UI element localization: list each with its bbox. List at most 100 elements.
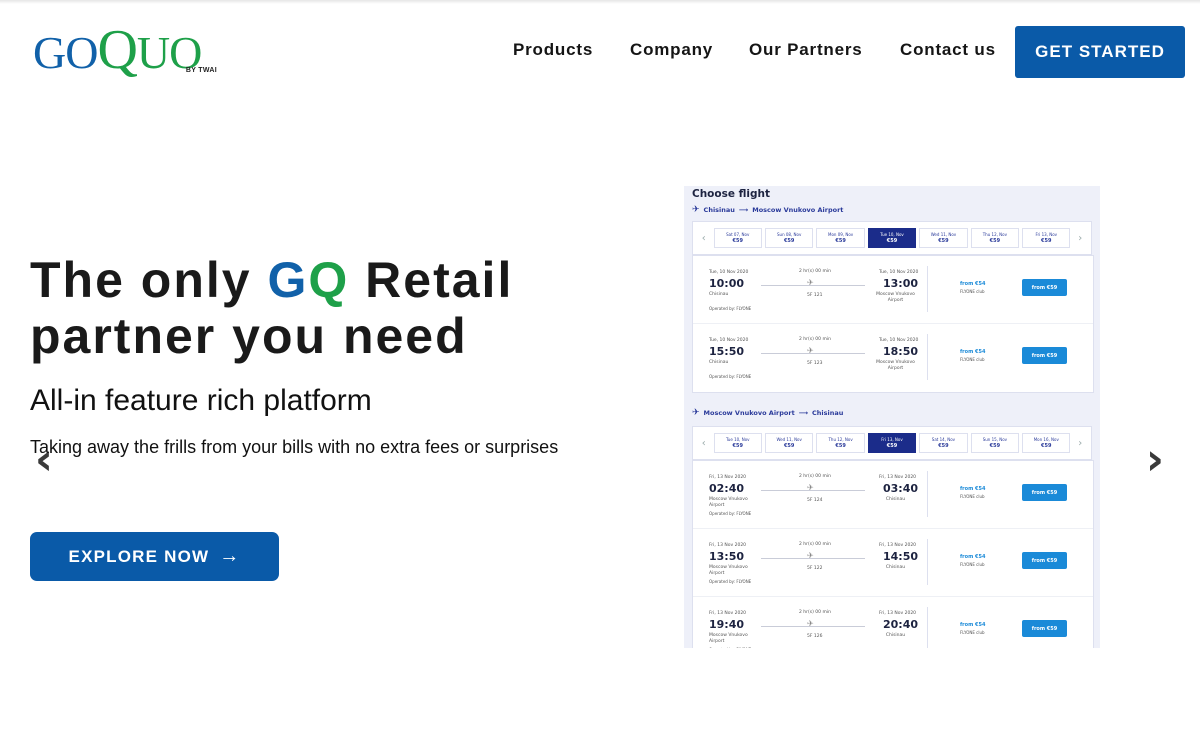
departure-date: Fri, 13 Nov 2020	[709, 543, 747, 548]
club-price: from €54	[960, 281, 986, 287]
departure-time: 10:00	[709, 277, 745, 290]
arrival-place: Moscow Vnukovo Airport	[876, 292, 915, 303]
date-cell[interactable]: Thu 12, Nov €59	[816, 433, 865, 453]
goquo-logo[interactable]: GOQUO BY TWAI	[33, 20, 223, 80]
arrival-place: Moscow Vnukovo Airport	[876, 360, 915, 371]
flight-row: Fri, 13 Nov 2020 13:50 Moscow Vnukovo Airp…	[693, 529, 1093, 597]
departure-time: 02:40	[709, 482, 745, 495]
club-label: FLYONE club	[960, 357, 985, 362]
date-price: €59	[1041, 443, 1052, 449]
date-cell[interactable]: Sat 14, Nov €59	[919, 433, 968, 453]
select-flight-button[interactable]: from €59	[1022, 620, 1067, 637]
club-price: from €54	[960, 486, 986, 492]
date-cell[interactable]: Sat 07, Nov €59	[713, 228, 762, 248]
club-label: FLYONE club	[960, 494, 985, 499]
departure-place: Moscow Vnukovo Airport	[709, 633, 748, 644]
hero-description: Taking away the frills from your bills w…	[30, 437, 559, 457]
club-label: FLYONE club	[960, 630, 985, 635]
plane-icon: ✈	[807, 346, 814, 355]
date-price: €59	[835, 238, 846, 244]
departure-place: Chisinau	[709, 292, 729, 297]
date-cell[interactable]: Mon 09, Nov €59	[816, 228, 865, 248]
date-cell[interactable]: Sun 15, Nov €59	[970, 433, 1020, 453]
carousel-next-icon[interactable]: ›	[1140, 438, 1170, 482]
flight-duration: 2 hr(s) 00 min	[799, 269, 831, 274]
inbound-date-strip: ‹ Tue 10, Nov €59 Wed 11, Nov €59 Thu 12, Nov…	[692, 426, 1092, 460]
club-label: FLYONE club	[960, 289, 985, 294]
inbound-route: ✈ Moscow Vnukovo Airport ⟶ Chisinau	[692, 407, 843, 419]
flight-code: 5F 122	[807, 566, 823, 571]
plane-icon: ✈	[807, 483, 814, 492]
route-from: Chisinau	[703, 206, 735, 214]
date-prev-icon[interactable]: ‹	[697, 233, 711, 244]
divider	[927, 266, 928, 312]
explore-now-button[interactable]: EXPLORE NOW →	[30, 532, 279, 581]
divider	[927, 471, 928, 517]
choose-flight-title: Choose flight	[692, 188, 771, 200]
date-cell[interactable]: Tue 10, Nov €59	[713, 433, 762, 453]
flight-row: Tue, 10 Nov 2020 10:00 Chisinau Operated by…	[693, 256, 1093, 324]
select-flight-button[interactable]: from €59	[1022, 347, 1067, 364]
arrival-date: Tue, 10 Nov 2020	[879, 338, 919, 343]
departure-date: Fri, 13 Nov 2020	[709, 475, 747, 480]
date-price: €59	[886, 443, 898, 449]
operator: Operated by: FLYONE	[709, 647, 751, 648]
operator: Operated by: FLYONE	[709, 306, 752, 311]
flight-row: Fri, 13 Nov 2020 19:40 Moscow Vnukovo Airp…	[693, 597, 1093, 648]
date-cell[interactable]: Thu 12, Nov €59	[970, 228, 1020, 248]
date-cell[interactable]: Mon 16, Nov €59	[1022, 433, 1071, 453]
flight-duration: 2 hr(s) 00 min	[799, 610, 831, 615]
date-price: €59	[989, 443, 1001, 449]
arrival-time: 13:00	[883, 277, 919, 290]
date-price: €59	[835, 443, 846, 449]
plane-icon: ✈	[807, 278, 814, 287]
get-started-button[interactable]: GET STARTED	[1015, 26, 1185, 78]
date-cell[interactable]: Wed 11, Nov €59	[764, 433, 814, 453]
departure-date: Tue, 10 Nov 2020	[709, 338, 749, 343]
date-cell[interactable]: Fri 13, Nov €59	[1022, 228, 1071, 248]
nav-contact-us[interactable]: Contact us	[900, 40, 996, 62]
hero-headline: The only GQ Retail partner you need	[30, 252, 514, 364]
nav-our-partners[interactable]: Our Partners	[749, 40, 863, 62]
route-arrow-icon: ⟶	[798, 409, 809, 417]
date-price: €59	[886, 238, 898, 244]
date-cell[interactable]: Sun 08, Nov €59	[764, 228, 814, 248]
operator: Operated by: FLYONE	[709, 579, 752, 584]
flight-row: Fri, 13 Nov 2020 02:40 Moscow Vnukovo Airp…	[693, 461, 1093, 529]
route-arrow-icon: ⟶	[738, 206, 749, 214]
flight-code: 5F 123	[807, 361, 823, 366]
date-price: €59	[732, 443, 743, 449]
select-flight-button[interactable]: from €59	[1022, 552, 1067, 569]
date-cell[interactable]: Tue 10, Nov €59	[867, 228, 917, 248]
select-flight-button[interactable]: from €59	[1022, 279, 1067, 296]
top-shadow	[0, 0, 1200, 4]
plane-icon: ✈	[692, 205, 700, 215]
nav-company[interactable]: Company	[630, 40, 713, 62]
nav-products[interactable]: Products	[513, 40, 593, 62]
club-label: FLYONE club	[960, 562, 985, 567]
flight-code: 5F 126	[807, 634, 823, 639]
date-prev-icon[interactable]: ‹	[697, 438, 711, 449]
date-price: €59	[732, 238, 743, 244]
departure-time: 19:40	[709, 618, 745, 631]
page: GOQUO BY TWAI Products Company Our Partn…	[0, 0, 1200, 750]
arrow-right-icon: →	[219, 545, 241, 567]
route-to: Moscow Vnukovo Airport	[752, 206, 844, 214]
arrival-time: 20:40	[883, 618, 919, 631]
date-next-icon[interactable]: ›	[1073, 233, 1087, 244]
arrival-date: Fri, 13 Nov 2020	[879, 611, 917, 616]
flight-duration: 2 hr(s) 00 min	[799, 337, 831, 342]
date-cell[interactable]: Wed 11, Nov €59	[919, 228, 968, 248]
arrival-date: Fri, 13 Nov 2020	[879, 475, 917, 480]
divider	[927, 607, 928, 648]
date-next-icon[interactable]: ›	[1073, 438, 1087, 449]
arrival-time: 18:50	[883, 345, 919, 358]
date-cell[interactable]: Fri 13, Nov €59	[867, 433, 917, 453]
departure-time: 13:50	[709, 550, 745, 563]
flight-code: 5F 121	[807, 293, 823, 298]
select-flight-button[interactable]: from €59	[1022, 484, 1067, 501]
arrival-place: Chisinau	[885, 565, 906, 570]
plane-icon: ✈	[807, 551, 814, 560]
arrival-date: Fri, 13 Nov 2020	[879, 543, 917, 548]
date-price: €59	[938, 443, 949, 449]
